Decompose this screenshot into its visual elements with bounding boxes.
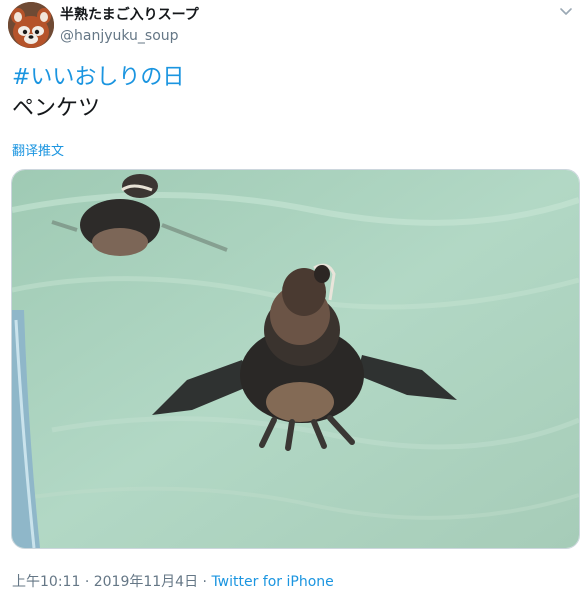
hashtag-link[interactable]: #いいおしりの日: [12, 62, 184, 93]
avatar[interactable]: [8, 2, 54, 48]
penguin-photo: [12, 170, 579, 548]
tweet-body: ペンケツ: [12, 96, 101, 121]
tweet-time[interactable]: 上午10:11: [12, 574, 80, 590]
tweet-source-link[interactable]: Twitter for iPhone: [211, 574, 333, 590]
tweet-photo[interactable]: [11, 169, 580, 549]
author-info: 半熟たまご入りスープ @hanjyuku_soup: [60, 7, 199, 45]
tweet-date[interactable]: 2019年11月4日: [94, 574, 198, 590]
translate-tweet-link[interactable]: 翻译推文: [12, 140, 64, 159]
tweet-card: 半熟たまご入りスープ @hanjyuku_soup #いいおしりの日 ペンケツ …: [0, 0, 586, 597]
chevron-down-icon[interactable]: [556, 2, 576, 22]
meta-separator-2: ·: [202, 574, 207, 590]
tweet-text: #いいおしりの日 ペンケツ: [12, 62, 184, 124]
red-panda-avatar-image: [8, 2, 54, 48]
display-name[interactable]: 半熟たまご入りスープ: [60, 7, 199, 25]
username-handle[interactable]: @hanjyuku_soup: [60, 28, 199, 46]
tweet-timestamp: 上午10:11 · 2019年11月4日 · Twitter for iPhon…: [12, 571, 334, 591]
meta-separator: ·: [84, 574, 90, 590]
